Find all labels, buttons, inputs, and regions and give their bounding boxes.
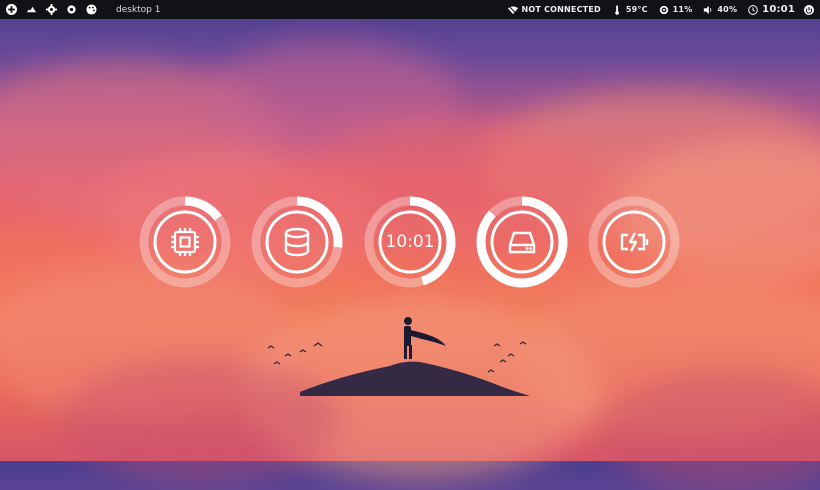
cpu-widget[interactable] [139,196,231,288]
thermometer-icon [615,4,619,15]
clock-text: 10:01 [762,4,795,15]
top-panel: desktop 1 NOT CONNECTED 59°C 11% 40% 10:… [0,0,820,19]
volume-status[interactable]: 40% [703,5,737,15]
memory-widget[interactable] [251,196,343,288]
workspace-label[interactable]: desktop 1 [116,5,161,15]
network-text: NOT CONNECTED [521,5,601,14]
clock-status[interactable]: 10:01 [748,4,795,15]
wifi-off-icon [507,5,518,15]
volume-icon [704,5,712,14]
cpu-load-text: 11% [672,5,693,14]
cloud-icon[interactable] [24,3,38,17]
palette-icon[interactable] [84,3,98,17]
temperature-text: 59°C [625,5,648,14]
settings-icon[interactable] [64,3,78,17]
battery-widget[interactable] [588,196,680,288]
battery-charging-icon [620,232,649,252]
cpu-status: 11% [659,5,693,15]
power-icon [804,4,814,15]
cpu-icon [171,228,199,256]
clock-icon [748,4,758,15]
volume-text: 40% [717,5,738,14]
power-button[interactable] [804,4,814,15]
cpu-small-icon [659,5,668,14]
clock-widget[interactable]: 10:01 [364,196,456,288]
gear-icon[interactable] [44,3,58,17]
database-icon [284,227,310,257]
disk-widget[interactable] [476,196,568,288]
clock-widget-time: 10:01 [385,232,435,252]
network-status[interactable]: NOT CONNECTED [507,5,601,15]
temperature-status: 59°C [612,4,648,15]
person-silhouette [404,317,446,359]
add-icon[interactable] [4,3,18,17]
hill [300,361,530,396]
